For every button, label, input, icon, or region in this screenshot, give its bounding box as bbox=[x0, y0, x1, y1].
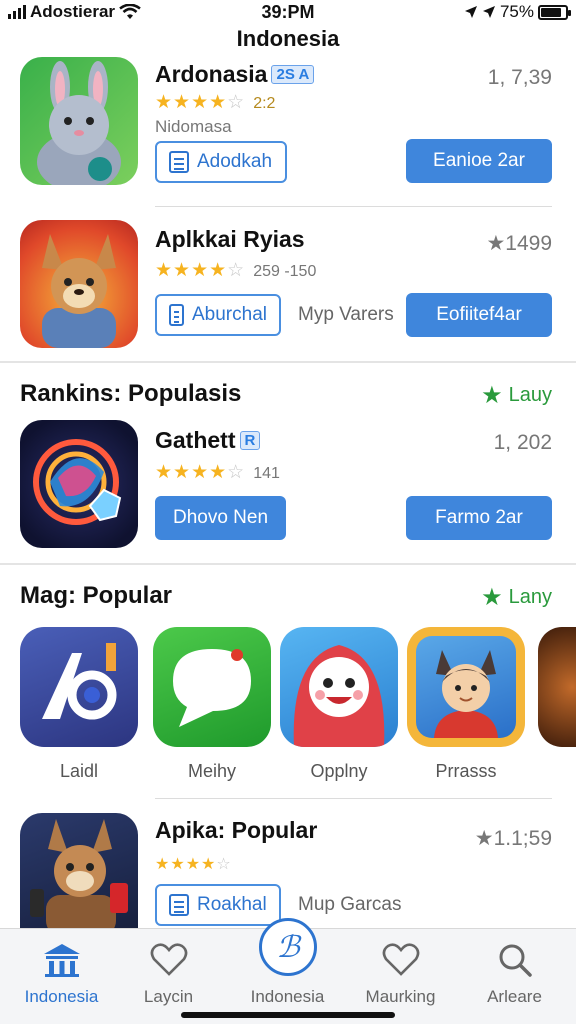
bunny-character-icon bbox=[37, 61, 121, 185]
app-tag: 2S A bbox=[271, 65, 315, 84]
download-count: ★1.1;59 bbox=[474, 827, 552, 850]
app-name[interactable]: Apika: Popular bbox=[155, 817, 317, 844]
carousel-app[interactable]: Prrasss bbox=[407, 627, 525, 782]
tab-label: Laycin bbox=[143, 987, 194, 1006]
section-title: Mag: Popular bbox=[20, 582, 173, 609]
outline-button-label: Adodkah bbox=[197, 151, 273, 172]
rating-count: 2:2 bbox=[253, 95, 276, 112]
get-button[interactable]: Eanioe 2ar bbox=[406, 139, 552, 183]
tab-label: Indonesia bbox=[250, 987, 325, 1006]
see-all-link[interactable]: ★ Lauy bbox=[481, 381, 552, 410]
script-b-icon[interactable]: ℬ bbox=[259, 918, 317, 976]
carousel-app[interactable]: Laidl bbox=[20, 627, 138, 782]
carousel-app[interactable]: Opplny bbox=[280, 627, 398, 782]
rating-stars: ★★★★☆ 141 bbox=[155, 462, 280, 483]
carousel-app-label: Opplny bbox=[310, 761, 368, 781]
battery-icon bbox=[538, 4, 571, 20]
status-right: 75% bbox=[464, 2, 571, 22]
carousel-app-partial[interactable] bbox=[538, 627, 576, 747]
get-button[interactable]: Farmo 2ar bbox=[406, 496, 552, 540]
rating-count: 141 bbox=[253, 465, 280, 482]
app-icon-bunny[interactable] bbox=[20, 57, 138, 185]
tab-label: Arleare bbox=[487, 987, 542, 1006]
red-hood-character-icon bbox=[280, 627, 398, 747]
building-icon bbox=[42, 939, 82, 981]
app-icon-fox[interactable] bbox=[20, 220, 138, 348]
carousel-app-label: Meihy bbox=[187, 761, 236, 781]
swirl-gem-icon bbox=[33, 439, 122, 525]
status-bar: Adostierar 39:PM 75% bbox=[0, 0, 576, 26]
home-indicator[interactable] bbox=[181, 1012, 395, 1018]
tab-arleare[interactable]: Arleare bbox=[457, 929, 572, 1024]
row-divider bbox=[155, 206, 552, 207]
tab-maurking[interactable]: Maurking bbox=[343, 929, 458, 1024]
app-aside-text: Myp Varers bbox=[298, 304, 394, 325]
search-icon bbox=[497, 939, 533, 981]
row-divider bbox=[155, 798, 552, 799]
app-subtitle: Nidomasa bbox=[155, 117, 232, 136]
heart-icon bbox=[382, 939, 420, 981]
document-icon bbox=[169, 151, 189, 173]
app-name[interactable]: Gathett R bbox=[155, 427, 261, 454]
section-divider bbox=[0, 563, 576, 565]
star-icon: ★ bbox=[481, 382, 503, 409]
chat-bubble-icon bbox=[153, 627, 271, 747]
rating-stars: ★★★★☆ 2:2 bbox=[155, 92, 276, 113]
heart-icon bbox=[150, 939, 188, 981]
outline-button[interactable]: Aburchal bbox=[155, 294, 281, 336]
fox-soda-character-icon bbox=[30, 819, 128, 928]
cat-boy-character-icon bbox=[407, 627, 525, 747]
app-tag: R bbox=[239, 431, 261, 450]
tab-laycin[interactable]: Laycin bbox=[111, 929, 226, 1024]
section-divider bbox=[0, 361, 576, 363]
see-all-label: Lauy bbox=[508, 384, 552, 406]
logo-ao-icon bbox=[20, 627, 138, 747]
see-all-link[interactable]: ★ Lany bbox=[481, 583, 552, 612]
outline-button-label: Roakhal bbox=[197, 894, 267, 915]
document-icon bbox=[169, 304, 184, 326]
tab-label: Indonesia bbox=[24, 987, 99, 1006]
rating-stars: ★★★★☆ bbox=[155, 856, 232, 873]
tab-indonesia[interactable]: Indonesia bbox=[4, 929, 119, 1024]
app-icon-gathett[interactable] bbox=[20, 420, 138, 548]
get-button[interactable]: Eofiitef4ar bbox=[406, 293, 552, 337]
section-title: Rankins: Populasis bbox=[20, 380, 242, 407]
download-count: 1, 202 bbox=[493, 431, 552, 454]
app-name-text: Gathett bbox=[155, 427, 236, 453]
app-aside-text: Mup Garcas bbox=[298, 894, 402, 915]
battery-percent: 75% bbox=[499, 2, 534, 21]
carousel-app[interactable]: Meihy bbox=[153, 627, 271, 782]
rating-stars: ★★★★☆ 259 -150 bbox=[155, 260, 317, 281]
open-button[interactable]: Dhovo Nen bbox=[155, 496, 286, 540]
see-all-label: Lany bbox=[508, 586, 552, 608]
download-count: 1, 7,39 bbox=[487, 66, 552, 89]
outline-button[interactable]: Roakhal bbox=[155, 884, 281, 926]
app-name[interactable]: Ardonasia 2S A bbox=[155, 61, 315, 88]
download-count: ★1499 bbox=[486, 232, 552, 255]
app-name[interactable]: Aplkkai Ryias bbox=[155, 226, 305, 253]
location-arrow-icon bbox=[464, 6, 477, 18]
carousel-app-label: Prrasss bbox=[435, 761, 497, 781]
app-icon-fox-soda[interactable] bbox=[20, 813, 138, 928]
star-icon: ★ bbox=[481, 584, 503, 611]
fox-character-icon bbox=[42, 234, 116, 348]
carousel-app-label: Laidl bbox=[59, 761, 99, 781]
page-title: Indonesia bbox=[236, 26, 340, 51]
rating-count: 259 -150 bbox=[253, 263, 317, 280]
location-arrow-icon bbox=[482, 6, 495, 18]
app-name-text: Ardonasia bbox=[155, 61, 268, 87]
tab-label: Maurking bbox=[365, 987, 436, 1006]
document-icon bbox=[169, 894, 189, 916]
outline-button-label: Aburchal bbox=[192, 304, 267, 325]
outline-button[interactable]: Adodkah bbox=[155, 141, 287, 183]
